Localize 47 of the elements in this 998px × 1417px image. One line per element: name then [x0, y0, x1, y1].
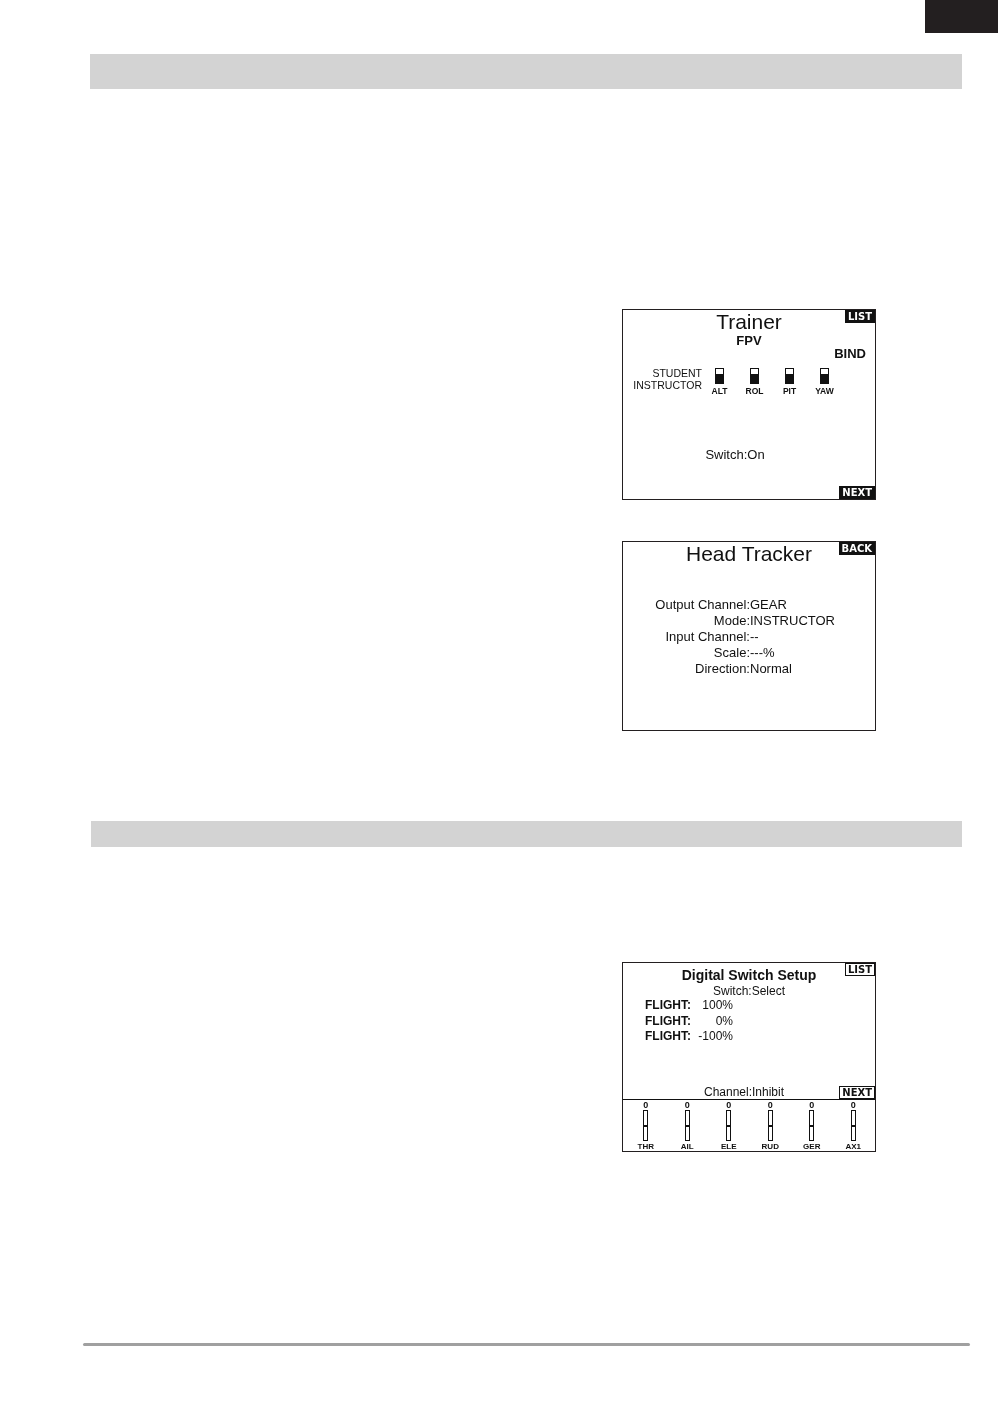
rate-value: -100%	[698, 1029, 733, 1045]
screen-subtitle: FPV	[736, 334, 762, 348]
field-value[interactable]: --	[750, 629, 759, 645]
screen-button[interactable]: NEXT	[839, 486, 875, 499]
channel-label: ELE	[720, 1142, 737, 1151]
channel-label: YAW	[815, 386, 834, 396]
screen-button[interactable]: BACK	[838, 542, 875, 555]
channel-value: 0	[643, 1100, 649, 1110]
position-label: INSTRUCTOR	[633, 379, 702, 391]
screen-button[interactable]: NEXT	[839, 1086, 875, 1099]
field-label: Direction:	[695, 661, 750, 677]
channel-label: ALT	[711, 386, 728, 396]
field-label: Input Channel:	[665, 629, 750, 645]
switch-select[interactable]: Switch:Select	[713, 984, 785, 998]
channel-label: THR	[637, 1142, 654, 1151]
field-value[interactable]: INSTRUCTOR	[750, 613, 835, 629]
screen-button[interactable]: LIST	[844, 310, 875, 323]
field-value[interactable]: GEAR	[750, 597, 787, 613]
rate-value: 0%	[715, 1013, 733, 1029]
channel-value: 0	[809, 1100, 815, 1110]
bind-option[interactable]: BIND	[834, 347, 866, 361]
channel-label: GER	[803, 1142, 821, 1151]
field-value[interactable]: Normal	[750, 661, 792, 677]
channel-setting[interactable]: Channel:Inhibit	[703, 1086, 785, 1099]
field-label: Output Channel:	[655, 597, 750, 613]
screen-title: Trainer	[716, 310, 782, 334]
channel-label: AX1	[845, 1142, 862, 1151]
field-label: Mode:	[713, 613, 750, 629]
rate-label: FLIGHT:	[645, 1029, 691, 1045]
position-label: STUDENT	[652, 367, 702, 379]
channel-label: RUD	[761, 1142, 779, 1151]
field-label: Scale:	[713, 645, 750, 661]
rate-value: 100%	[702, 998, 733, 1014]
channel-value: 0	[767, 1100, 773, 1110]
screen-button[interactable]: LIST	[844, 963, 875, 976]
channel-label: ROL	[745, 386, 764, 396]
channel-label: PIT	[782, 386, 797, 396]
channel-value: 0	[850, 1100, 856, 1110]
field-value[interactable]: ---%	[750, 645, 775, 661]
screen-title: Head Tracker	[685, 542, 813, 566]
rate-label: FLIGHT:	[645, 1013, 691, 1029]
channel-value: 0	[684, 1100, 690, 1110]
switch-status: Switch:On	[705, 447, 765, 463]
channel-label: AIL	[680, 1142, 694, 1151]
screen-title: Digital Switch Setup	[681, 966, 817, 985]
channel-value: 0	[726, 1100, 732, 1110]
rate-label: FLIGHT:	[645, 998, 691, 1014]
